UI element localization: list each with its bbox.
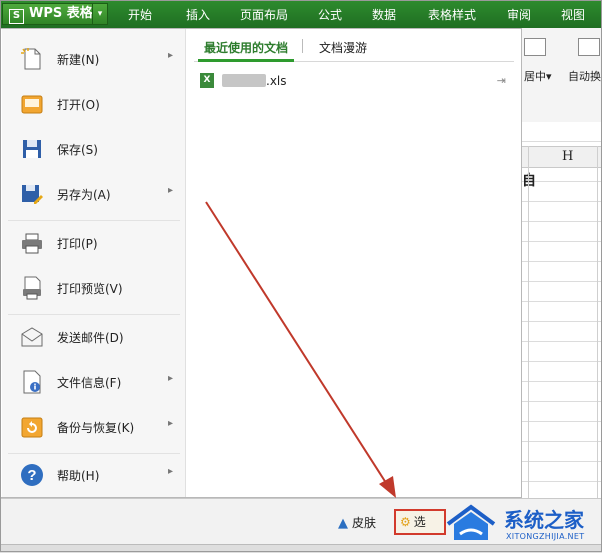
menu-item-label: 发送邮件(D) [57,331,124,345]
printer-icon [22,233,42,254]
submenu-arrow-icon: ▸ [167,185,173,196]
tab-table-styles[interactable]: 表格样式 [428,0,476,28]
backup-restore-icon [21,417,43,438]
wps-logo-icon: S [9,9,24,24]
new-document-icon [21,48,41,70]
merge-center-icon[interactable] [524,38,546,56]
recent-file-name: .xls [266,74,287,88]
menu-item-print-preview[interactable]: 打印预览(V) [2,266,185,310]
menu-item-label: 保存(S) [57,143,98,157]
menu-item-send-email[interactable]: 发送邮件(D) [2,315,185,359]
ribbon-toolbar: 居中▾ 自动换 [520,28,602,123]
tab-insert[interactable]: 插入 [186,0,210,28]
skin-label: 皮肤 [352,516,377,530]
site-watermark: 系统之家 XITONGZHIJIA.NET [444,496,602,552]
chevron-down-icon: ▾ [546,70,552,83]
column-header-row [520,146,602,168]
watermark-subtitle: XITONGZHIJIA.NET [506,532,585,541]
cell-text-fragment: 自 [522,173,536,189]
wrap-text-icon[interactable] [578,38,600,56]
column-divider [528,146,529,512]
menu-item-label: 备份与恢复(K) [57,421,135,435]
menu-item-label: 打印预览(V) [57,282,123,296]
options-button[interactable]: ⚙ 选 [394,509,446,535]
app-title: WPS 表格 [29,6,93,21]
column-header-h[interactable]: H [562,149,573,164]
menu-item-label: 文件信息(F) [57,376,122,390]
tab-recent-documents[interactable]: 最近使用的文档 [204,39,288,56]
shirt-icon: ▲ [338,516,348,531]
menu-item-print[interactable]: 打印(P) [2,221,185,265]
wps-menu-button[interactable]: S WPS 表格 ▾ [2,3,108,25]
envelope-icon [21,327,43,347]
file-menu-dropdown: 新建(N) ▸ 打开(O) 保存(S) 另存为(A) ▸ 打印(P) 打印预览(… [0,28,522,498]
menu-item-open[interactable]: 打开(O) [2,82,185,126]
tab-formulas[interactable]: 公式 [318,0,342,28]
tab-review[interactable]: 审阅 [507,0,531,28]
skin-button[interactable]: ▲ 皮肤 [338,514,376,531]
tab-page-layout[interactable]: 页面布局 [240,0,288,28]
xls-file-icon: X [200,73,214,88]
column-divider [597,146,598,512]
chevron-down-icon[interactable]: ▾ [92,4,107,24]
menu-item-new[interactable]: 新建(N) ▸ [2,37,185,81]
merge-center-button[interactable]: 居中▾ [524,68,552,84]
watermark-title: 系统之家 [504,508,584,532]
merge-center-label: 居中 [524,70,546,83]
tab-data[interactable]: 数据 [372,0,396,28]
submenu-arrow-icon: ▸ [167,466,173,477]
print-preview-icon [23,276,41,300]
recent-file-item[interactable]: X .xls ⇥ [200,71,510,91]
tab-view[interactable]: 视图 [561,0,585,28]
submenu-arrow-icon: ▸ [167,418,173,429]
menu-item-label: 打印(P) [57,237,98,251]
svg-text:?: ? [27,467,36,484]
menu-item-label: 打开(O) [57,98,100,112]
open-folder-icon [21,95,43,114]
submenu-arrow-icon: ▸ [167,373,173,384]
menu-item-label: 帮助(H) [57,469,100,483]
save-disk-icon [23,140,41,158]
gear-icon: ⚙ [400,515,411,529]
ribbon-tab-bar: S WPS 表格 ▾ 开始 插入 页面布局 公式 数据 表格样式 审阅 视图 [0,0,602,28]
menu-item-file-info[interactable]: 文件信息(F) ▸ [2,360,185,404]
active-tab-indicator [198,59,294,62]
options-label: 选 [413,515,426,529]
menu-item-save[interactable]: 保存(S) [2,127,185,171]
menu-item-label: 另存为(A) [57,188,111,202]
file-info-icon [23,370,41,394]
tab-home[interactable]: 开始 [128,0,152,28]
save-as-icon [22,185,43,204]
submenu-arrow-icon: ▸ [167,50,173,61]
help-icon: ? [21,464,43,486]
house-logo-icon [446,504,496,540]
file-menu-commands: 新建(N) ▸ 打开(O) 保存(S) 另存为(A) ▸ 打印(P) 打印预览(… [2,29,186,497]
menu-item-help[interactable]: ? 帮助(H) ▸ [2,453,185,497]
tab-divider [302,39,303,53]
pin-icon[interactable]: ⇥ [497,74,506,87]
redacted-filename [222,74,266,87]
recent-documents-pane: 最近使用的文档 文档漫游 X .xls ⇥ [186,29,521,497]
tab-document-roaming[interactable]: 文档漫游 [319,39,367,56]
menu-item-backup-restore[interactable]: 备份与恢复(K) ▸ [2,405,185,449]
menu-item-save-as[interactable]: 另存为(A) ▸ [2,172,185,216]
auto-wrap-button[interactable]: 自动换 [568,68,601,84]
menu-item-label: 新建(N) [57,53,100,67]
